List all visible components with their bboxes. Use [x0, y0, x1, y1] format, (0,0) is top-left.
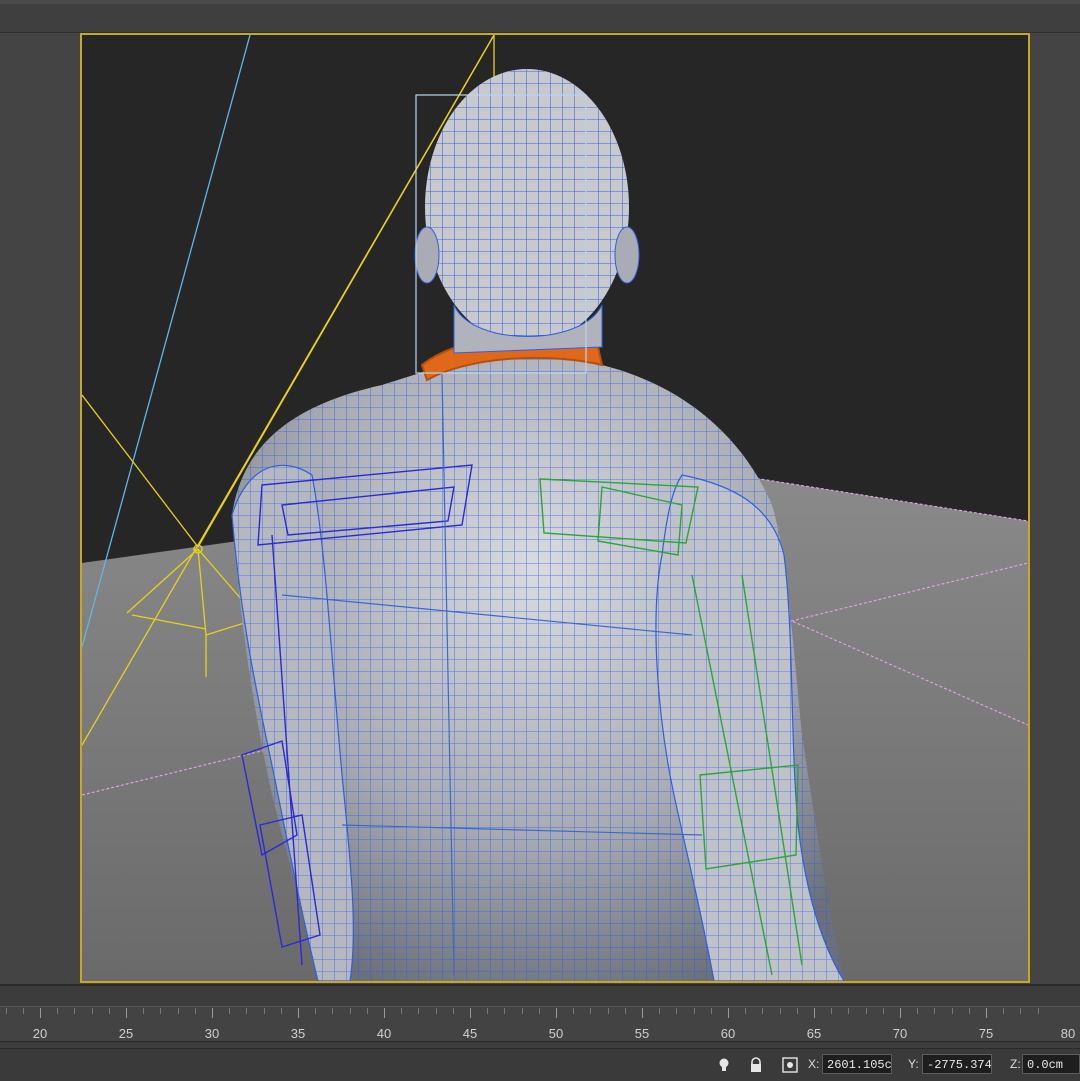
- timeline-tick: [229, 1008, 230, 1014]
- timeline-tick: [281, 1008, 282, 1014]
- character-right-ear: [614, 226, 640, 284]
- timeline-tick: [676, 1008, 677, 1014]
- timeline-tick: [74, 1008, 75, 1014]
- timeline-tick: [1020, 1008, 1021, 1014]
- timeline-tick: [694, 1008, 695, 1014]
- character-left-ear: [414, 226, 440, 284]
- timeline-tick: [659, 1008, 660, 1014]
- timeline-tick: [642, 1008, 643, 1018]
- timeline-tick: [711, 1008, 712, 1014]
- top-toolbar-strip: [0, 0, 1080, 33]
- timeline-tick: [367, 1008, 368, 1014]
- timeline-tick: [917, 1008, 918, 1014]
- z-coord-label: Z:: [1010, 1057, 1021, 1071]
- timeline-tick: [487, 1008, 488, 1014]
- tick-label-55: 55: [634, 1026, 650, 1041]
- timeline-tick: [92, 1008, 93, 1014]
- timeline-tick: [728, 1008, 729, 1018]
- timeline-tick: [522, 1008, 523, 1014]
- timeline-tick: [246, 1008, 247, 1014]
- timeline-tick: [866, 1008, 867, 1014]
- viewport-scene: [82, 35, 1028, 981]
- tick-label-40: 40: [376, 1026, 392, 1041]
- timeline-tick: [264, 1008, 265, 1014]
- timeline-tick: [143, 1008, 144, 1014]
- timeline-tick: [160, 1008, 161, 1014]
- timeline-track-bar[interactable]: 20 25 30 35 40 45 50 55 60 65 70 75 80: [0, 984, 1080, 1050]
- tick-label-75: 75: [978, 1026, 994, 1041]
- y-coord-field[interactable]: -2775.374(: [922, 1054, 992, 1074]
- timeline-tick: [883, 1008, 884, 1014]
- timeline-tick: [745, 1008, 746, 1014]
- timeline-tick: [1003, 1008, 1004, 1014]
- left-panel: [0, 33, 80, 983]
- right-panel: [1030, 33, 1080, 983]
- status-bar: X: 2601.105cı Y: -2775.374( Z: 0.0cm: [0, 1048, 1080, 1081]
- x-coord-field[interactable]: 2601.105cı: [822, 1054, 892, 1074]
- timeline-tick: [384, 1008, 385, 1018]
- timeline-tick: [814, 1008, 815, 1018]
- tick-label-30: 30: [204, 1026, 220, 1041]
- timeline-tick: [332, 1008, 333, 1014]
- timeline-tick: [831, 1008, 832, 1014]
- timeline-tick: [453, 1008, 454, 1014]
- tick-label-45: 45: [462, 1026, 478, 1041]
- z-coord-field[interactable]: 0.0cm: [1022, 1054, 1080, 1074]
- timeline-tick: [556, 1008, 557, 1018]
- tick-label-25: 25: [118, 1026, 134, 1041]
- timeline-tick: [6, 1008, 7, 1014]
- tick-label-50: 50: [548, 1026, 564, 1041]
- lock-icon[interactable]: [748, 1057, 764, 1073]
- timeline-tick: [952, 1008, 953, 1014]
- tick-label-60: 60: [720, 1026, 736, 1041]
- timeline-tick: [126, 1008, 127, 1018]
- timeline-tick: [934, 1008, 935, 1014]
- light-bulb-icon[interactable]: [716, 1057, 732, 1073]
- timeline-tick: [900, 1008, 901, 1018]
- tick-label-35: 35: [290, 1026, 306, 1041]
- timeline-tick: [848, 1008, 849, 1014]
- timeline-tick: [401, 1008, 402, 1014]
- timeline-tick: [539, 1008, 540, 1014]
- tick-label-65: 65: [806, 1026, 822, 1041]
- tick-label-80: 80: [1060, 1026, 1076, 1041]
- timeline-tick: [418, 1008, 419, 1014]
- timeline-tick: [1038, 1008, 1039, 1014]
- timeline-tick: [57, 1008, 58, 1014]
- timeline-tick: [195, 1008, 196, 1014]
- x-coord-label: X:: [808, 1057, 820, 1071]
- timeline-tick: [969, 1008, 970, 1014]
- y-coord-label: Y:: [908, 1057, 919, 1071]
- timeline-tick: [797, 1008, 798, 1014]
- selection-mode-icon[interactable]: [782, 1057, 798, 1073]
- tick-label-20: 20: [32, 1026, 48, 1041]
- timeline-tick: [23, 1008, 24, 1014]
- timeline-tick: [608, 1008, 609, 1014]
- timeline-tick: [470, 1008, 471, 1018]
- timeline-tick: [504, 1008, 505, 1014]
- timeline-tick: [109, 1008, 110, 1014]
- timeline-tick: [298, 1008, 299, 1018]
- timeline-tick: [573, 1008, 574, 1014]
- timeline-tick: [436, 1008, 437, 1014]
- timeline-ruler[interactable]: [0, 1006, 1080, 1042]
- timeline-tick: [40, 1008, 41, 1018]
- timeline-tick: [590, 1008, 591, 1014]
- timeline-tick: [625, 1008, 626, 1014]
- timeline-tick: [212, 1008, 213, 1018]
- timeline-tick: [178, 1008, 179, 1014]
- 3d-viewport[interactable]: [80, 33, 1030, 983]
- timeline-tick: [315, 1008, 316, 1014]
- head-wire: [425, 69, 629, 345]
- tick-label-70: 70: [892, 1026, 908, 1041]
- timeline-tick: [780, 1008, 781, 1014]
- timeline-tick: [762, 1008, 763, 1014]
- timeline-tick: [350, 1008, 351, 1014]
- timeline-tick: [986, 1008, 987, 1018]
